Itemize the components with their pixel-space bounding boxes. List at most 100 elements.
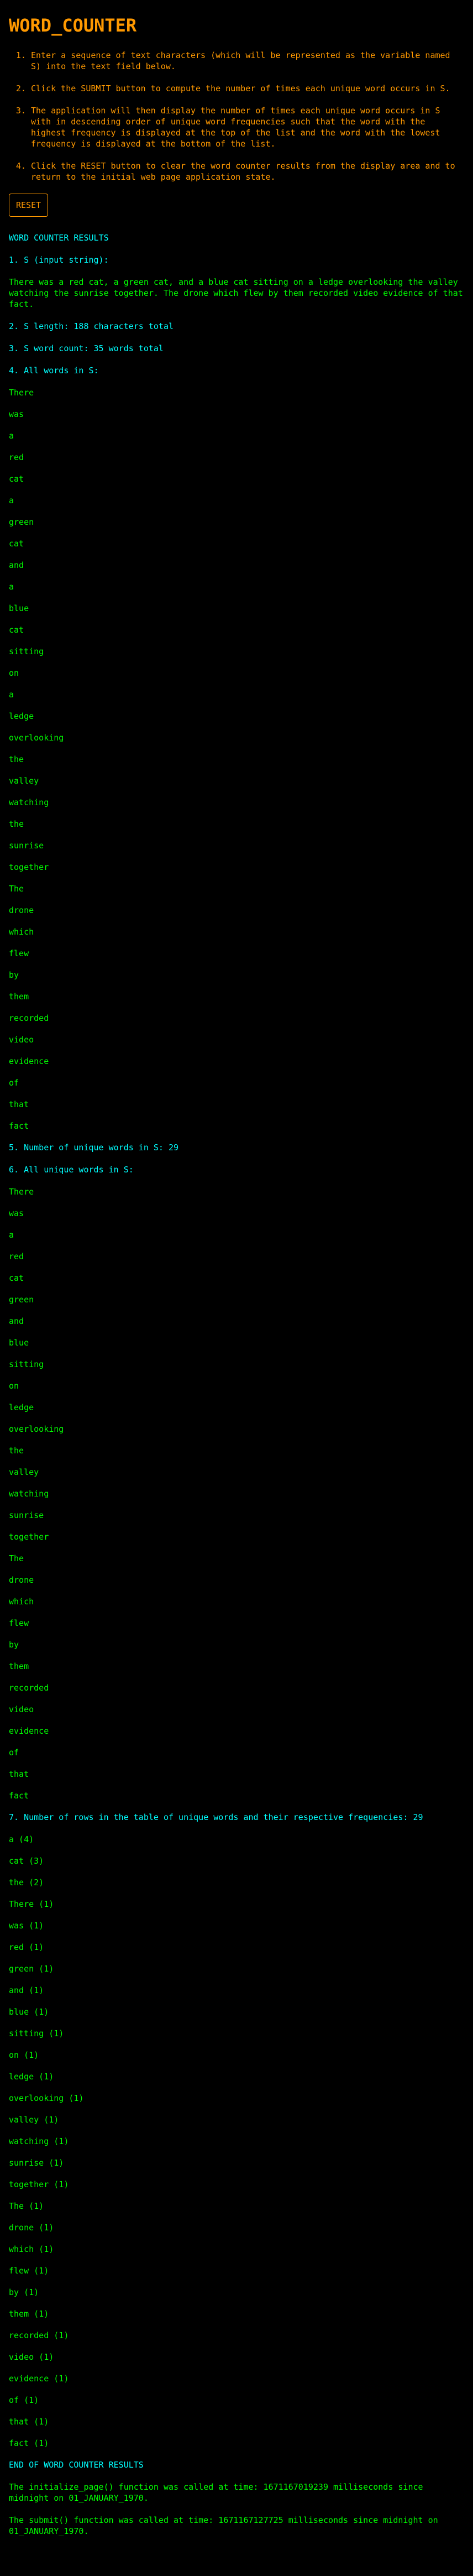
unique-words-list: There was a red cat green and blue sitting on ledg… bbox=[9, 1186, 464, 1801]
word-list-item: sunrise bbox=[9, 841, 44, 851]
unique-word-item: and bbox=[9, 1316, 24, 1326]
frequency-row: by (1) bbox=[9, 2287, 39, 2297]
word-list-item: which bbox=[9, 927, 34, 937]
word-list-item: flew bbox=[9, 948, 29, 958]
word-list-item: cat bbox=[9, 625, 24, 635]
word-list-item: green bbox=[9, 517, 34, 527]
word-list-item: The bbox=[9, 884, 24, 894]
results-heading: WORD COUNTER RESULTS bbox=[9, 233, 109, 243]
word-list-item: There bbox=[9, 388, 34, 398]
freq-table-label: 7. Number of rows in the table of unique… bbox=[9, 1812, 423, 1822]
word-list-item: watching bbox=[9, 797, 49, 807]
instructions-list: Enter a sequence of text characters (whi… bbox=[9, 50, 464, 182]
unique-word-item: There bbox=[9, 1187, 34, 1197]
frequency-row: a (4) bbox=[9, 1834, 34, 1844]
submit-note: The submit() function was called at time… bbox=[9, 2515, 438, 2536]
unique-word-item: by bbox=[9, 1640, 19, 1650]
word-list-item: overlooking bbox=[9, 733, 64, 743]
initialize-note: The initialize_page() function was calle… bbox=[9, 2482, 423, 2503]
frequency-list: a (4) cat (3) the (2) There (1) was (1) red (… bbox=[9, 1834, 464, 2449]
word-list-item: recorded bbox=[9, 1013, 49, 1023]
word-list-item: by bbox=[9, 970, 19, 980]
word-list-item: a bbox=[9, 496, 14, 505]
instruction-item: Click the SUBMIT button to compute the n… bbox=[31, 83, 464, 94]
frequency-row: evidence (1) bbox=[9, 2374, 69, 2384]
frequency-row: video (1) bbox=[9, 2352, 54, 2362]
frequency-row: recorded (1) bbox=[9, 2330, 69, 2340]
results-end-heading: END OF WORD COUNTER RESULTS bbox=[9, 2460, 144, 2470]
unique-word-item: overlooking bbox=[9, 1424, 64, 1434]
unique-word-item: a bbox=[9, 1230, 14, 1240]
page: WORD_COUNTER Enter a sequence of text ch… bbox=[0, 14, 473, 2537]
frequency-row: red (1) bbox=[9, 1942, 44, 1952]
unique-word-item: of bbox=[9, 1748, 19, 1758]
word-list-item: evidence bbox=[9, 1056, 49, 1066]
input-string-value: There was a red cat, a green cat, and a … bbox=[9, 277, 463, 309]
word-list-item: video bbox=[9, 1035, 34, 1045]
word-list-item: and bbox=[9, 560, 24, 570]
unique-word-item: valley bbox=[9, 1467, 39, 1477]
word-list-item: blue bbox=[9, 603, 29, 613]
word-list-item: a bbox=[9, 582, 14, 592]
reset-button[interactable]: RESET bbox=[9, 194, 49, 217]
frequency-row: which (1) bbox=[9, 2244, 54, 2254]
frequency-row: flew (1) bbox=[9, 2266, 49, 2276]
frequency-row: green (1) bbox=[9, 1964, 54, 1974]
frequency-row: overlooking (1) bbox=[9, 2093, 84, 2103]
frequency-row: The (1) bbox=[9, 2201, 44, 2211]
word-list-item: fact bbox=[9, 1121, 29, 1131]
frequency-row: sitting (1) bbox=[9, 2029, 64, 2038]
unique-word-item: blue bbox=[9, 1338, 29, 1348]
unique-word-item: flew bbox=[9, 1618, 29, 1628]
unique-word-item: sitting bbox=[9, 1359, 44, 1369]
unique-word-item: watching bbox=[9, 1489, 49, 1499]
unique-word-item: video bbox=[9, 1704, 34, 1714]
unique-word-item: sunrise bbox=[9, 1510, 44, 1520]
frequency-row: the (2) bbox=[9, 1878, 44, 1887]
instruction-item: Enter a sequence of text characters (whi… bbox=[31, 50, 464, 72]
word-list-item: that bbox=[9, 1099, 29, 1109]
frequency-row: on (1) bbox=[9, 2050, 39, 2060]
word-list-item: cat bbox=[9, 539, 24, 549]
word-list-item: sitting bbox=[9, 646, 44, 656]
word-list-item: the bbox=[9, 754, 24, 764]
word-list-item: valley bbox=[9, 776, 39, 786]
unique-word-item: was bbox=[9, 1208, 24, 1218]
unique-word-item: the bbox=[9, 1446, 24, 1456]
word-list-item: of bbox=[9, 1078, 19, 1088]
unique-word-item: fact bbox=[9, 1791, 29, 1801]
unique-word-item: red bbox=[9, 1252, 24, 1261]
word-list-item: a bbox=[9, 690, 14, 700]
unique-word-item: them bbox=[9, 1661, 29, 1671]
length-label: 2. S length: 188 characters total bbox=[9, 321, 174, 331]
word-list-item: the bbox=[9, 819, 24, 829]
unique-word-item: drone bbox=[9, 1575, 34, 1585]
frequency-row: cat (3) bbox=[9, 1856, 44, 1866]
frequency-row: valley (1) bbox=[9, 2115, 59, 2125]
unique-word-item: evidence bbox=[9, 1726, 49, 1736]
frequency-row: blue (1) bbox=[9, 2007, 49, 2017]
word-list-item: drone bbox=[9, 905, 34, 915]
word-list-item: them bbox=[9, 992, 29, 1002]
frequency-row: fact (1) bbox=[9, 2438, 49, 2448]
input-string-label: 1. S (input string): bbox=[9, 255, 109, 265]
word-list-item: was bbox=[9, 409, 24, 419]
word-list-item: on bbox=[9, 668, 19, 678]
unique-word-item: on bbox=[9, 1381, 19, 1391]
unique-word-item: that bbox=[9, 1769, 29, 1779]
unique-word-item: together bbox=[9, 1532, 49, 1542]
unique-word-item: which bbox=[9, 1597, 34, 1607]
frequency-row: and (1) bbox=[9, 1985, 44, 1995]
unique-word-item: ledge bbox=[9, 1402, 34, 1412]
unique-word-item: The bbox=[9, 1553, 24, 1563]
unique-word-item: recorded bbox=[9, 1683, 49, 1693]
word-list-item: cat bbox=[9, 474, 24, 484]
all-words-list: There was a red cat a green cat and a blue cat sitti… bbox=[9, 387, 464, 1131]
unique-word-item: cat bbox=[9, 1273, 24, 1283]
word-list-item: together bbox=[9, 862, 49, 872]
word-list-item: red bbox=[9, 452, 24, 462]
unique-words-label: 6. All unique words in S: bbox=[9, 1165, 134, 1175]
instruction-item: Click the RESET button to clear the word… bbox=[31, 160, 464, 182]
frequency-row: watching (1) bbox=[9, 2136, 69, 2146]
frequency-row: drone (1) bbox=[9, 2223, 54, 2233]
